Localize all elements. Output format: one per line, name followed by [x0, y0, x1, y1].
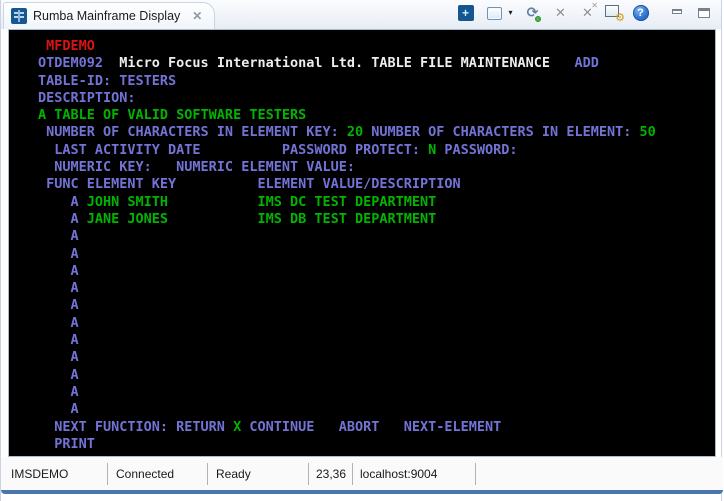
disconnect-session-icon[interactable]: ✕: [550, 2, 571, 24]
terminal-line: A TABLE OF VALID SOFTWARE TESTERS: [38, 107, 715, 124]
terminal-line: PRINT: [38, 436, 715, 453]
status-bar: IMSDEMO Connected Ready 23,36 localhost:…: [1, 457, 723, 490]
display-settings-icon[interactable]: ⚙: [604, 2, 625, 24]
terminal-line: A: [38, 297, 715, 314]
terminal-line: A: [38, 228, 715, 245]
terminal-screen[interactable]: MFDEMOOTDEM092 Micro Focus International…: [8, 29, 716, 457]
tab-bar: Rumba Mainframe Display ✕ +▾⟳✕✕✕⚙?: [1, 0, 721, 29]
terminal-line: TABLE-ID: TESTERS: [38, 73, 715, 90]
terminal-line: FUNC ELEMENT KEY ELEMENT VALUE/DESCRIPTI…: [38, 176, 715, 193]
cursor-position-text: 23,36: [316, 467, 346, 481]
host-address-text: localhost:9004: [360, 467, 437, 481]
connect-session-icon[interactable]: ⟳: [522, 2, 543, 24]
tab-close-icon[interactable]: ✕: [192, 10, 202, 22]
help-icon[interactable]: ?: [630, 2, 651, 24]
terminal-line: NEXT FUNCTION: RETURN X CONTINUE ABORT N…: [38, 419, 715, 436]
terminal-line: A: [38, 315, 715, 332]
maximize-view-icon[interactable]: [693, 2, 714, 24]
rumba-window: Rumba Mainframe Display ✕ +▾⟳✕✕✕⚙? MFDEM…: [0, 0, 722, 501]
terminal-line: DESCRIPTION:: [38, 90, 715, 107]
terminal-line: A JOHN SMITH IMS DC TEST DEPARTMENT: [38, 194, 715, 211]
terminal-line: OTDEM092 Micro Focus International Ltd. …: [38, 55, 715, 72]
terminal-line: MFDEMO: [38, 38, 715, 55]
terminal-line: A: [38, 349, 715, 366]
new-mainframe-display-icon[interactable]: +: [455, 2, 476, 24]
tab-rumba-mainframe-display[interactable]: Rumba Mainframe Display ✕: [3, 2, 215, 29]
host-address: localhost:9004: [353, 463, 476, 485]
terminal-line: A: [38, 367, 715, 384]
terminal-line: NUMERIC KEY: NUMERIC ELEMENT VALUE:: [38, 159, 715, 176]
ready-state-text: Ready: [216, 467, 251, 481]
session-name-text: IMSDEMO: [11, 467, 68, 481]
session-name: IMSDEMO: [1, 463, 108, 485]
minimize-view-icon[interactable]: [666, 2, 687, 24]
connection-status-text: Connected: [116, 467, 174, 481]
terminal-line: LAST ACTIVITY DATE PASSWORD PROTECT: N P…: [38, 142, 715, 159]
cursor-position: 23,36: [309, 463, 353, 485]
chevron-down-icon[interactable]: ▾: [505, 2, 516, 24]
toolbar: +▾⟳✕✕✕⚙?: [455, 0, 721, 26]
terminal-line: A JANE JONES IMS DB TEST DEPARTMENT: [38, 211, 715, 228]
window-border: [1, 490, 723, 494]
terminal-line: A: [38, 246, 715, 263]
terminal-line: A: [38, 401, 715, 418]
connection-status: Connected: [108, 463, 208, 485]
terminal-line: NUMBER OF CHARACTERS IN ELEMENT KEY: 20 …: [38, 124, 715, 141]
display-selector-icon[interactable]: [484, 2, 505, 24]
ready-state: Ready: [208, 463, 309, 485]
terminal-line: A: [38, 263, 715, 280]
tab-title: Rumba Mainframe Display: [33, 9, 180, 23]
terminal-line: A: [38, 384, 715, 401]
terminal-line: A: [38, 280, 715, 297]
disconnect-all-sessions-icon[interactable]: ✕✕: [577, 2, 598, 24]
mainframe-display-icon: [11, 8, 27, 24]
terminal-line: A: [38, 332, 715, 349]
